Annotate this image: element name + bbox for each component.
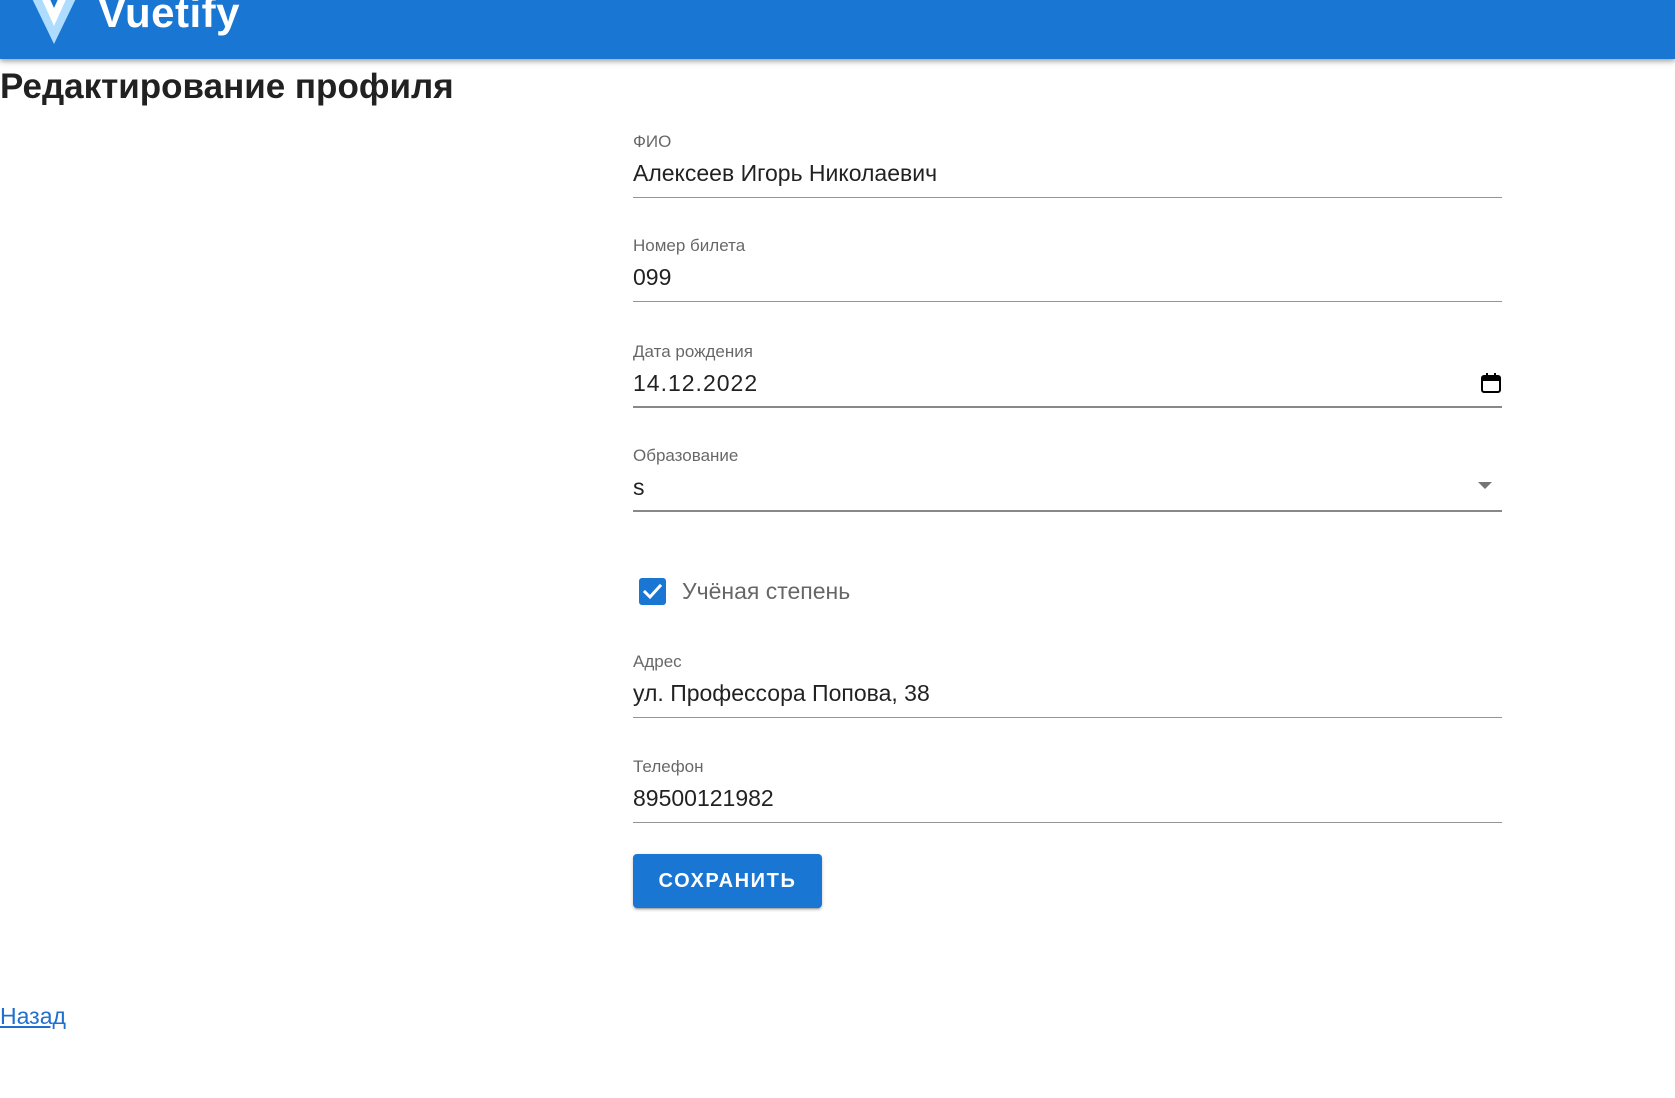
address-underline [633, 717, 1502, 718]
back-link[interactable]: Назад [0, 1001, 66, 1031]
education-select[interactable]: Образование s [633, 434, 1502, 514]
academic-degree-label[interactable]: Учёная степень [682, 576, 850, 606]
chevron-down-icon[interactable] [1478, 482, 1492, 489]
phone-underline [633, 822, 1502, 823]
full-name-underline [633, 197, 1502, 198]
ticket-number-underline [633, 301, 1502, 302]
full-name-field[interactable]: ФИО Алексеев Игорь Николаевич [633, 120, 1502, 200]
ticket-number-label: Номер билета [633, 236, 746, 255]
education-selected-value[interactable]: s [633, 472, 1453, 502]
phone-label: Телефон [633, 757, 704, 776]
app-brand[interactable]: Vuetify [98, 0, 240, 39]
birth-date-field[interactable]: Дата рождения 14.12.2022 [633, 330, 1502, 410]
vuetify-logo-icon[interactable] [26, 0, 82, 44]
ticket-number-input[interactable]: 099 [633, 262, 1453, 292]
app-bar: Vuetify [0, 0, 1675, 59]
page-title: Редактирование профиля [0, 67, 454, 106]
academic-degree-checkbox[interactable]: Учёная степень [633, 570, 1033, 610]
full-name-input[interactable]: Алексеев Игорь Николаевич [633, 158, 1453, 188]
birth-date-underline [633, 406, 1502, 408]
phone-input[interactable]: 89500121982 [633, 783, 1453, 813]
birth-date-label: Дата рождения [633, 342, 753, 361]
full-name-label: ФИО [633, 132, 672, 151]
address-field[interactable]: Адрес ул. Профессора Попова, 38 [633, 640, 1502, 720]
education-label: Образование [633, 446, 739, 465]
address-label: Адрес [633, 652, 682, 671]
checkbox-checked-icon[interactable] [639, 578, 666, 605]
calendar-icon[interactable] [1480, 372, 1502, 394]
education-underline [633, 510, 1502, 512]
ticket-number-field[interactable]: Номер билета 099 [633, 224, 1502, 304]
save-button[interactable]: СОХРАНИТЬ [633, 854, 822, 908]
birth-date-input[interactable]: 14.12.2022 [633, 368, 1453, 398]
address-input[interactable]: ул. Профессора Попова, 38 [633, 678, 1453, 708]
phone-field[interactable]: Телефон 89500121982 [633, 745, 1502, 825]
